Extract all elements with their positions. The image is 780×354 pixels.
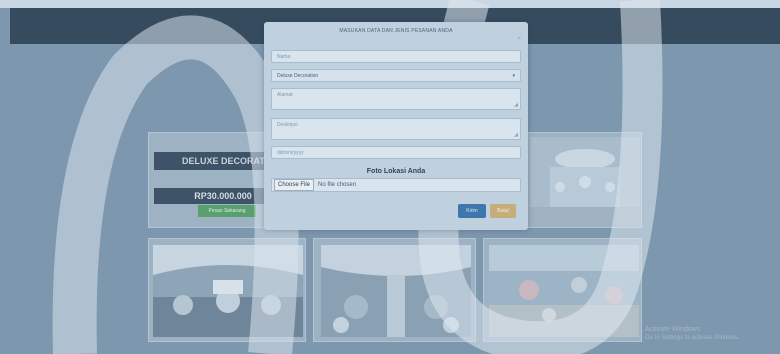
top-strip: [0, 0, 780, 8]
description-textarea[interactable]: Deskripsi ◢: [271, 118, 521, 140]
file-status: No file chosen: [318, 182, 357, 188]
package-select-value: Deluxe Decoration: [277, 72, 319, 79]
activate-windows-notice: Activate Windows Go to Settings to activ…: [645, 325, 740, 343]
activate-windows-title: Activate Windows: [645, 326, 701, 333]
address-textarea[interactable]: Alamat ◢: [271, 88, 521, 110]
chevron-down-icon: ▾: [512, 72, 515, 79]
venue-photo: [530, 137, 640, 225]
gallery-card-3: [483, 238, 642, 342]
gallery-card-1: [148, 238, 306, 342]
order-modal: MASUKAN DATA DAN JENIS PESANAN ANDA × Na…: [264, 22, 528, 230]
package-title: DELUXE DECORATI: [154, 152, 272, 170]
address-placeholder: Alamat: [277, 92, 293, 98]
venue-photo: [153, 245, 303, 337]
description-placeholder: Deskripsi: [277, 122, 298, 128]
gallery-card-2: [313, 238, 476, 342]
resize-handle-icon[interactable]: ◢: [514, 102, 518, 108]
name-input[interactable]: Nama: [271, 50, 521, 63]
file-upload-field: Choose File No file chosen: [271, 178, 521, 192]
choose-file-button[interactable]: Choose File: [274, 179, 315, 191]
resize-handle-icon[interactable]: ◢: [514, 132, 518, 138]
package-select[interactable]: Deluxe Decoration ▾: [271, 69, 521, 82]
order-now-button[interactable]: Pesan Sekarang: [198, 205, 256, 217]
close-icon[interactable]: ×: [517, 36, 521, 42]
photo-location-label: Foto Lokasi Anda: [366, 168, 426, 175]
activate-windows-subtitle: Go to Settings to activate Windows.: [645, 335, 740, 341]
package-price: RP30.000.000: [154, 188, 272, 204]
venue-photo: [321, 245, 471, 337]
date-input[interactable]: dd/mm/yyyy: [271, 146, 521, 159]
cancel-button[interactable]: Batal: [490, 204, 516, 218]
modal-title: MASUKAN DATA DAN JENIS PESANAN ANDA: [339, 28, 453, 34]
submit-button[interactable]: Kirim: [458, 204, 486, 218]
venue-photo: [489, 245, 639, 337]
